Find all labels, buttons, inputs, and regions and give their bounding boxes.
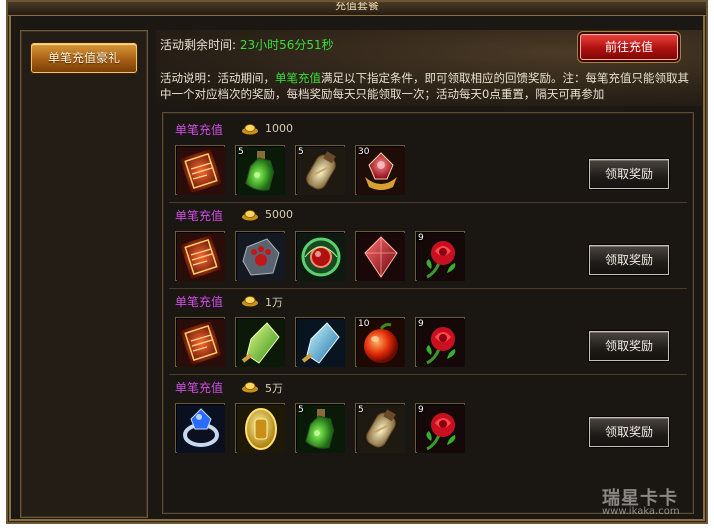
reward-tier: 单笔充值 1000 5 5 30 领取奖励	[169, 117, 687, 203]
gold-potion-icon	[357, 405, 405, 453]
green-potion-icon	[297, 405, 345, 453]
green-potion-icon	[237, 147, 285, 195]
claim-reward-button[interactable]: 领取奖励	[589, 417, 669, 447]
scroll-icon	[177, 147, 225, 195]
tier-amount: 5000	[265, 208, 293, 221]
event-description: 活动说明：活动期间，单笔充值满足以下指定条件，即可领取相应的回馈奖励。注：每笔充…	[160, 70, 700, 102]
recharge-window: 充值套餐 单笔充值豪礼 活动剩余时间: 23小时56分51秒 前往充值 活动说明…	[6, 0, 708, 524]
title-bar: 充值套餐	[8, 2, 706, 16]
gold-ingot-icon	[242, 382, 258, 393]
red-gem-ring-reward-slot[interactable]	[295, 231, 345, 281]
tier-title: 单笔充值	[175, 381, 224, 395]
blue-crystal-shard-reward-slot[interactable]	[295, 317, 345, 367]
ruby-treasure-reward-slot[interactable]: 30	[355, 145, 405, 195]
tier-title: 单笔充值	[175, 295, 224, 309]
paw-stone-icon	[237, 233, 285, 281]
claim-reward-button[interactable]: 领取奖励	[589, 245, 669, 275]
goto-recharge-button[interactable]: 前往充值	[580, 34, 678, 60]
scroll-icon	[177, 233, 225, 281]
green-potion-reward-slot[interactable]: 5	[235, 145, 285, 195]
tier-title: 单笔充值	[175, 209, 224, 223]
scroll-reward-slot[interactable]	[175, 317, 225, 367]
scroll-reward-slot[interactable]	[175, 145, 225, 195]
gold-potion-reward-slot[interactable]: 5	[355, 403, 405, 453]
countdown-label: 活动剩余时间:	[160, 38, 237, 52]
red-crystal-icon	[357, 233, 405, 281]
rose-reward-slot[interactable]: 9	[415, 317, 465, 367]
red-gem-ring-icon	[297, 233, 345, 281]
gold-ingot-icon	[242, 124, 258, 135]
gold-medal-reward-slot[interactable]	[235, 403, 285, 453]
green-crystal-shard-icon	[237, 319, 285, 367]
item-count: 5	[298, 147, 304, 157]
paw-stone-reward-slot[interactable]	[235, 231, 285, 281]
item-count: 10	[358, 319, 370, 329]
countdown-value: 23小时56分51秒	[239, 38, 334, 52]
red-crystal-reward-slot[interactable]	[355, 231, 405, 281]
rose-icon	[417, 319, 465, 367]
reward-tier: 单笔充值 1万 10 9 领取奖励	[169, 289, 687, 375]
watermark-url: www.ikaka.com	[602, 506, 680, 517]
rose-icon	[417, 233, 465, 281]
gold-potion-reward-slot[interactable]: 5	[295, 145, 345, 195]
red-fruit-reward-slot[interactable]: 10	[355, 317, 405, 367]
gold-ingot-icon	[242, 296, 258, 307]
blue-gem-ring-icon	[177, 405, 225, 453]
tier-amount: 1000	[265, 122, 293, 135]
blue-crystal-shard-icon	[297, 319, 345, 367]
sidebar: 单笔充值豪礼	[20, 30, 148, 518]
tier-title: 单笔充值	[175, 123, 224, 137]
claim-reward-button[interactable]: 领取奖励	[589, 331, 669, 361]
countdown: 活动剩余时间: 23小时56分51秒	[160, 36, 334, 53]
event-header: 活动剩余时间: 23小时56分51秒 前往充值 活动说明：活动期间，单笔充值满足…	[156, 30, 702, 106]
rose-icon	[417, 405, 465, 453]
rose-reward-slot[interactable]: 9	[415, 403, 465, 453]
blue-gem-ring-reward-slot[interactable]	[175, 403, 225, 453]
reward-list: 单笔充值 1000 5 5 30 领取奖励 单笔充值 5000 9 领取奖励 单笔充…	[162, 112, 694, 514]
reward-tier: 单笔充值 5000 9 领取奖励	[169, 203, 687, 289]
tab-single-recharge-gift[interactable]: 单笔充值豪礼	[31, 43, 137, 73]
scroll-icon	[177, 319, 225, 367]
item-count: 5	[298, 405, 304, 415]
item-count: 9	[418, 233, 424, 243]
item-count: 5	[358, 405, 364, 415]
description-prefix: 活动说明：活动期间，	[160, 71, 275, 85]
tier-amount: 1万	[265, 296, 283, 309]
rose-reward-slot[interactable]: 9	[415, 231, 465, 281]
gold-ingot-icon	[242, 210, 258, 221]
item-count: 5	[238, 147, 244, 157]
gold-medal-icon	[237, 405, 285, 453]
green-potion-reward-slot[interactable]: 5	[295, 403, 345, 453]
gold-potion-icon	[297, 147, 345, 195]
tier-amount: 5万	[265, 382, 283, 395]
green-crystal-shard-reward-slot[interactable]	[235, 317, 285, 367]
description-highlight: 单笔充值	[275, 71, 321, 85]
item-count: 30	[358, 147, 370, 157]
reward-tier: 单笔充值 5万 5 5 9 领取奖励	[169, 375, 687, 461]
scroll-reward-slot[interactable]	[175, 231, 225, 281]
window-title: 充值套餐	[335, 0, 379, 12]
watermark: 瑞星卡卡 www.ikaka.com	[600, 484, 710, 524]
item-count: 9	[418, 405, 424, 415]
item-count: 9	[418, 319, 424, 329]
claim-reward-button[interactable]: 领取奖励	[589, 159, 669, 189]
